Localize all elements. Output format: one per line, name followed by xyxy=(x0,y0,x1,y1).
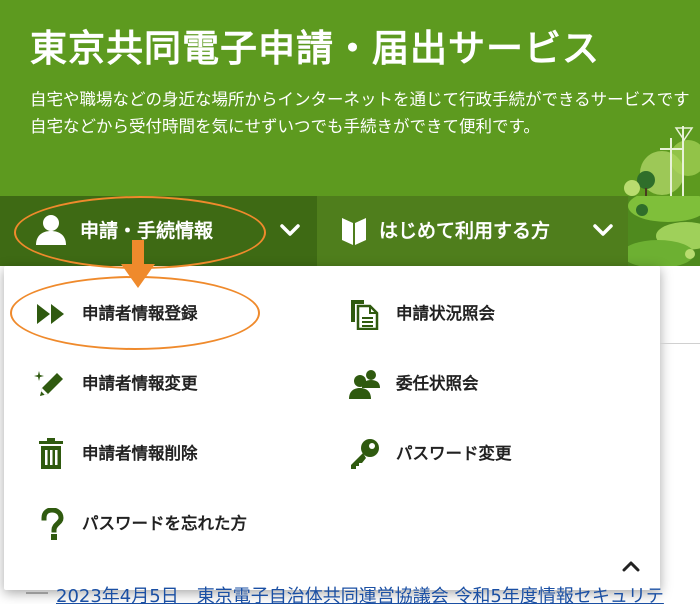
documents-icon xyxy=(351,300,379,330)
city-illustration xyxy=(624,126,700,196)
site-description: 自宅や職場などの身近な場所からインターネットを通じて行政手続ができるサービスです… xyxy=(30,86,690,140)
trash-icon xyxy=(39,438,63,469)
menu-item-label: 申請状況照会 xyxy=(396,304,495,323)
description-line-2: 自宅などから受付時間を気にせずいつでも手続きができて便利です。 xyxy=(30,117,540,136)
menu-item-applicant-delete[interactable]: 申請者情報削除 xyxy=(34,434,294,474)
menu-item-label: 委任状照会 xyxy=(396,374,479,393)
news-link-text: 2023年4月5日 東京電子自治体共同運営協議会 令和5年度情報セキュリテ xyxy=(56,586,664,604)
menu-item-label: パスワードを忘れた方 xyxy=(82,514,247,533)
menu-item-applicant-edit[interactable]: 申請者情報変更 xyxy=(34,364,294,404)
menu-item-label: 申請者情報登録 xyxy=(82,304,198,323)
menu-item-password-change[interactable]: パスワード変更 xyxy=(348,434,608,474)
menu-item-label: 申請者情報変更 xyxy=(82,374,198,393)
people-icon xyxy=(349,370,380,399)
site-header: 東京共同電子申請・届出サービス 自宅や職場などの身近な場所からインターネットを通… xyxy=(0,0,700,196)
tab-application-info-label: 申請・手続情報 xyxy=(80,220,214,242)
menu-item-application-status[interactable]: 申請状況照会 xyxy=(348,294,608,334)
dropdown-menu-application-info: 申請者情報登録 申請状況照会 申請者情報変更 委任状照会 申請者情報削除 パスワ… xyxy=(4,266,660,590)
site-title: 東京共同電子申請・届出サービス xyxy=(30,27,600,70)
chevron-down-icon xyxy=(280,224,300,236)
news-bullet xyxy=(26,592,48,594)
beginner-mark-icon xyxy=(342,218,366,245)
nav-decoration xyxy=(628,196,700,266)
tab-first-time-users[interactable]: はじめて利用する方 xyxy=(317,196,628,266)
description-line-1: 自宅や職場などの身近な場所からインターネットを通じて行政手続ができるサービスです xyxy=(30,90,690,109)
global-nav: 申請・手続情報 はじめて利用する方 xyxy=(0,196,700,266)
news-link[interactable]: 2023年4月5日 東京電子自治体共同運営協議会 令和5年度情報セキュリテ xyxy=(56,582,664,604)
chevron-up-icon[interactable] xyxy=(619,554,643,578)
content-divider xyxy=(660,343,700,344)
person-icon xyxy=(36,215,66,245)
pencil-sparkle-icon xyxy=(34,371,63,396)
menu-item-label: パスワード変更 xyxy=(396,444,512,463)
menu-item-applicant-registration[interactable]: 申請者情報登録 xyxy=(34,294,294,334)
tab-application-info[interactable]: 申請・手続情報 xyxy=(0,196,316,266)
menu-item-label: 申請者情報削除 xyxy=(82,444,198,463)
chevron-down-icon xyxy=(593,224,613,236)
hill-illustration xyxy=(628,196,700,266)
key-icon xyxy=(351,439,379,469)
double-arrow-icon xyxy=(37,304,64,324)
menu-item-forgot-password[interactable]: パスワードを忘れた方 xyxy=(34,504,314,544)
question-icon xyxy=(41,508,64,540)
tab-first-time-users-label: はじめて利用する方 xyxy=(379,220,551,242)
menu-item-power-of-attorney[interactable]: 委任状照会 xyxy=(348,364,608,404)
